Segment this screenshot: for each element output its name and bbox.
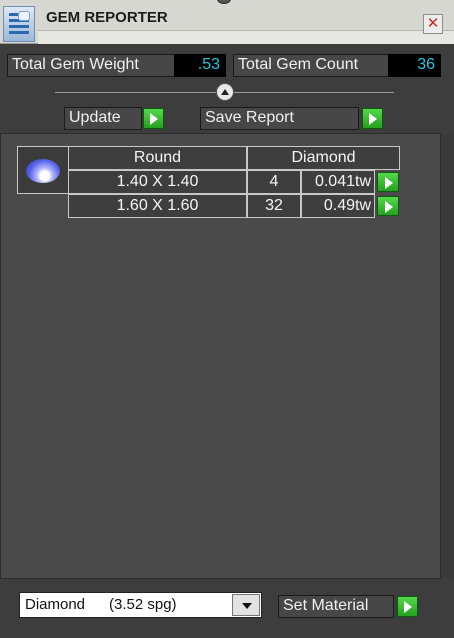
divider-right <box>234 92 394 93</box>
header-material: Diamond <box>247 146 400 170</box>
round-gem-icon <box>26 159 60 183</box>
total-gem-weight-value: .53 <box>174 54 226 77</box>
update-button[interactable]: Update <box>64 107 142 130</box>
total-gem-count-label: Total Gem Count <box>233 54 389 77</box>
app-logo-icon <box>3 6 35 42</box>
scrollbar-track[interactable] <box>441 133 454 579</box>
set-material-play-icon[interactable] <box>397 596 418 617</box>
total-gem-weight-label: Total Gem Weight <box>7 54 176 77</box>
row-1-size: 1.40 X 1.40 <box>68 170 247 194</box>
gem-thumbnail[interactable] <box>17 146 69 194</box>
row-2-weight: 0.49tw <box>301 194 375 218</box>
row-2-count: 32 <box>247 194 301 218</box>
save-report-button[interactable]: Save Report <box>200 107 359 130</box>
title-bar-stripe <box>38 30 454 44</box>
window-title: GEM REPORTER <box>46 9 168 26</box>
total-gem-count-value: 36 <box>388 54 441 77</box>
row-2-play-icon[interactable] <box>377 196 399 216</box>
row-1-count: 4 <box>247 170 301 194</box>
row-1-play-icon[interactable] <box>377 172 399 192</box>
material-dropdown[interactable]: Diamond (3.52 spg) <box>19 592 262 618</box>
material-name: Diamond <box>25 596 86 613</box>
chevron-down-icon[interactable] <box>232 594 260 616</box>
row-1-weight: 0.041tw <box>301 170 375 194</box>
material-spg: (3.52 spg) <box>109 596 177 613</box>
set-material-button[interactable]: Set Material <box>278 595 394 618</box>
collapse-button[interactable] <box>216 83 234 101</box>
save-report-play-icon[interactable] <box>362 108 383 129</box>
gem-logo-icon <box>18 11 30 21</box>
header-shape: Round <box>68 146 247 170</box>
divider-left <box>55 92 216 93</box>
close-button[interactable]: ✕ <box>423 14 443 34</box>
row-2-size: 1.60 X 1.60 <box>68 194 247 218</box>
update-play-icon[interactable] <box>143 108 164 129</box>
